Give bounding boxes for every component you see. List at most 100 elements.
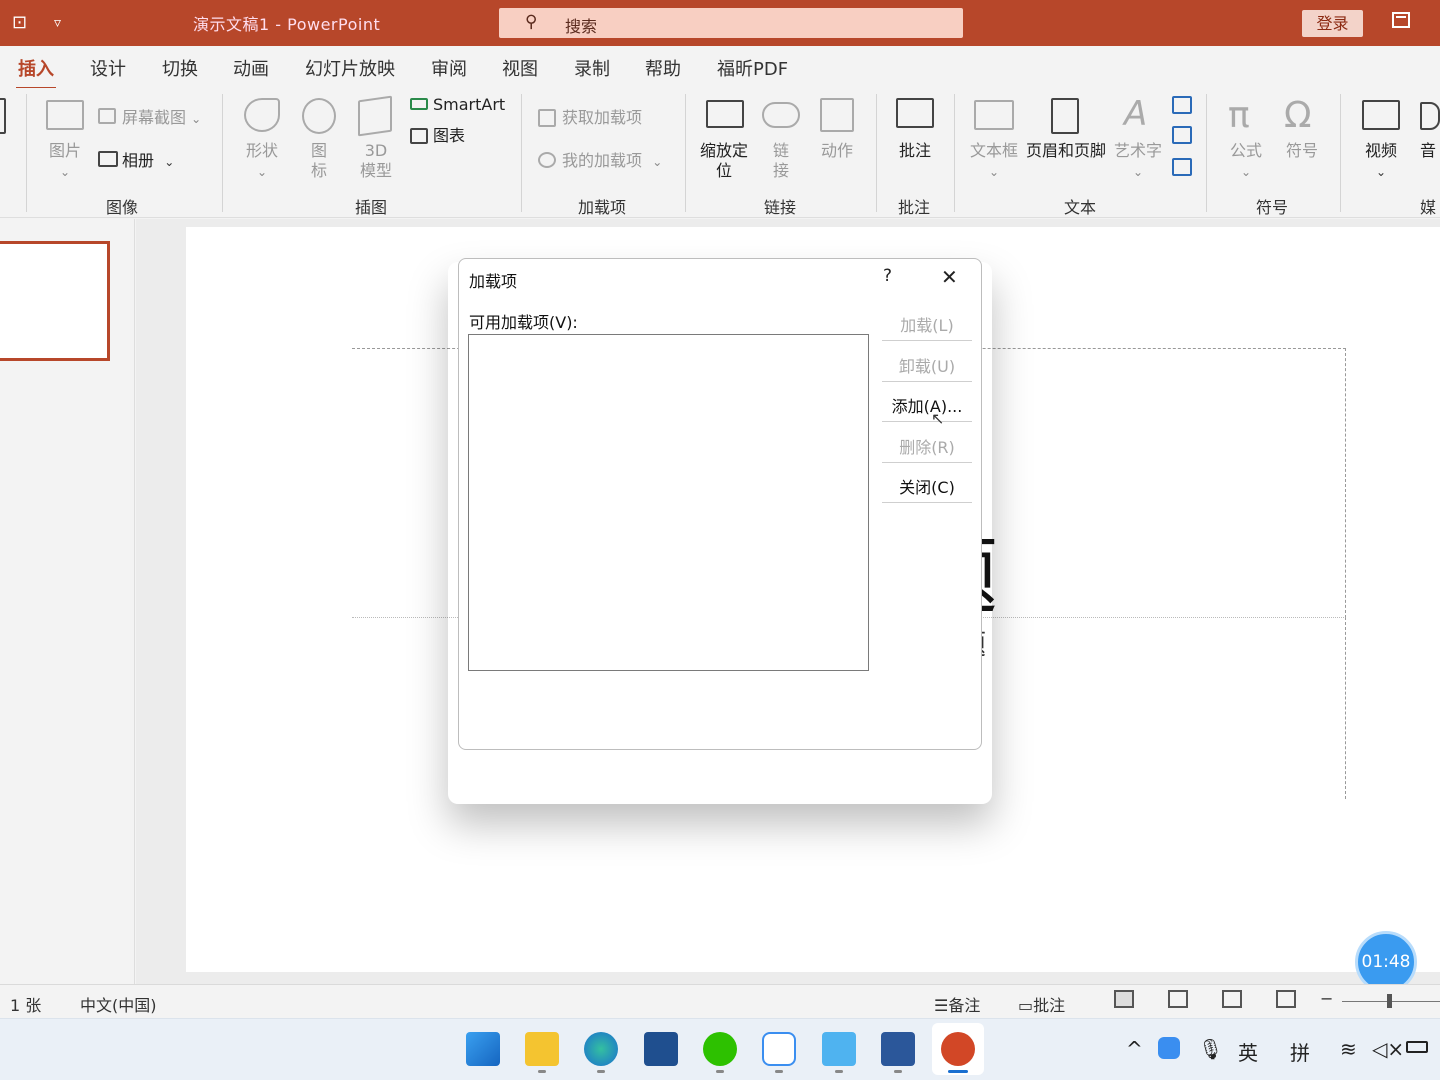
tray-app-icon[interactable] <box>1158 1037 1180 1059</box>
smartart-button[interactable]: SmartArt <box>433 95 505 115</box>
close-icon[interactable]: ✕ <box>941 265 958 289</box>
tab-transitions[interactable]: 切换 <box>162 55 198 81</box>
add-button[interactable]: 添加(A)... <box>882 392 972 422</box>
input-language-english[interactable]: 英 <box>1238 1037 1258 1066</box>
group-image-label: 图像 <box>106 198 139 217</box>
zoom-slider-thumb[interactable] <box>1387 994 1392 1008</box>
addins-dialog: 加载项 ? ✕ 可用加载项(V): 加载(L) 卸载(U) 添加(A)... 删… <box>458 258 982 750</box>
edge-icon[interactable] <box>584 1032 618 1066</box>
new-slide-icon[interactable] <box>0 98 6 134</box>
3d-model-button[interactable]: 3D 模型 <box>354 141 398 181</box>
wordart-label: 艺术字 <box>1113 141 1162 160</box>
slide-title-text: 单击此处添加标题 <box>966 510 1186 631</box>
equation-label: 公式 <box>1229 141 1262 160</box>
wordart-icon: A <box>1124 94 1148 134</box>
audio-button[interactable]: 音 <box>1420 141 1440 161</box>
slide-number-icon[interactable] <box>1172 126 1192 144</box>
battery-icon[interactable] <box>1406 1041 1428 1053</box>
load-button[interactable]: 加载(L) <box>882 311 972 341</box>
symbol-button[interactable]: 符号 <box>1282 141 1322 161</box>
textbox-button[interactable]: 文本框 ⌄ <box>968 141 1020 182</box>
header-footer-button[interactable]: 页眉和页脚 <box>1024 141 1108 161</box>
wechat-icon[interactable] <box>703 1032 737 1066</box>
word-icon[interactable] <box>881 1032 915 1066</box>
video-icon <box>1362 100 1400 130</box>
video-button[interactable]: 视频 ⌄ <box>1360 141 1402 182</box>
icons-button[interactable]: 图 标 <box>300 141 338 181</box>
reading-view-icon[interactable] <box>1222 990 1242 1008</box>
link-button[interactable]: 链 接 <box>768 141 794 181</box>
search-box[interactable]: ⚲ 搜索 <box>499 8 963 38</box>
powerpoint-icon[interactable] <box>941 1032 975 1066</box>
picture-icon <box>46 100 84 130</box>
date-time-icon[interactable] <box>1172 96 1192 114</box>
tab-help[interactable]: 帮助 <box>645 55 681 81</box>
language-indicator[interactable]: 中文(中国) <box>80 992 157 1016</box>
wordart-button[interactable]: 艺术字 ⌄ <box>1112 141 1164 182</box>
ribbon-display-options-icon[interactable] <box>1392 12 1410 28</box>
login-button[interactable]: 登录 <box>1302 10 1363 37</box>
tab-design[interactable]: 设计 <box>90 55 126 81</box>
chart-icon <box>410 128 428 144</box>
chart-button[interactable]: 图表 <box>433 126 465 146</box>
zoom-out-icon[interactable]: − <box>1320 989 1333 1008</box>
document-title: 演示文稿1 - PowerPoint <box>193 15 381 34</box>
wifi-icon[interactable]: ≋ <box>1340 1037 1357 1061</box>
quick-access-dropdown-icon[interactable]: ▿ <box>54 15 61 31</box>
slideshow-view-icon[interactable] <box>1276 990 1296 1008</box>
equation-button[interactable]: 公式 ⌄ <box>1226 141 1266 182</box>
zoom-button[interactable]: 缩放定 位 <box>696 141 752 181</box>
tab-slideshow[interactable]: 幻灯片放映 <box>305 55 395 81</box>
smartart-icon <box>410 98 428 110</box>
mouse-cursor-icon: ↖ <box>931 409 945 428</box>
remove-button[interactable]: 删除(R) <box>882 433 972 463</box>
screenshot-label: 屏幕截图 <box>122 108 187 127</box>
volume-muted-icon[interactable]: ◁× <box>1372 1037 1404 1061</box>
object-icon[interactable] <box>1172 158 1192 176</box>
unload-button[interactable]: 卸载(U) <box>882 352 972 382</box>
video-label: 视频 <box>1364 141 1397 160</box>
shapes-button[interactable]: 形状 ⌄ <box>240 141 284 182</box>
available-addins-list[interactable] <box>468 334 869 671</box>
notes-button[interactable]: ☰备注 <box>934 992 980 1016</box>
equation-icon: π <box>1228 95 1250 136</box>
shapes-label: 形状 <box>245 141 278 160</box>
notepad-icon[interactable] <box>822 1032 856 1066</box>
group-text-label: 文本 <box>1064 198 1097 217</box>
action-button[interactable]: 动作 <box>816 141 858 161</box>
get-addins-icon <box>538 109 556 127</box>
input-method-pinyin[interactable]: 拼 <box>1290 1037 1310 1066</box>
group-media-label: 媒 <box>1420 198 1437 217</box>
file-explorer-icon[interactable] <box>525 1032 559 1066</box>
show-hidden-icons-icon[interactable]: ^ <box>1126 1037 1143 1061</box>
screenshot-icon <box>98 108 116 124</box>
get-addins-button[interactable]: 获取加载项 <box>562 108 642 128</box>
tab-review[interactable]: 审阅 <box>431 55 467 81</box>
album-label: 相册 <box>122 151 155 170</box>
slide-thumbnail-1[interactable] <box>0 241 110 361</box>
baidu-netdisk-icon[interactable] <box>762 1032 796 1066</box>
slide-sorter-view-icon[interactable] <box>1168 990 1188 1008</box>
my-addins-button[interactable]: 我的加载项 ⌄ <box>562 151 662 172</box>
screenshot-button[interactable]: 屏幕截图 ⌄ <box>122 108 201 129</box>
start-icon[interactable] <box>466 1032 500 1066</box>
close-button[interactable]: 关闭(C) <box>882 473 972 503</box>
picture-button[interactable]: 图片 ⌄ <box>44 141 86 182</box>
tab-animations[interactable]: 动画 <box>233 55 269 81</box>
tab-record[interactable]: 录制 <box>574 55 610 81</box>
notes-label: 备注 <box>948 996 981 1015</box>
available-addins-label: 可用加载项(V): <box>469 313 578 332</box>
tab-foxit-pdf[interactable]: 福昕PDF <box>717 55 788 81</box>
normal-view-icon[interactable] <box>1114 990 1134 1008</box>
zoom-icon <box>706 100 744 128</box>
comments-button[interactable]: ▭批注 <box>1018 992 1065 1016</box>
presentation-icon[interactable]: ⊡ <box>12 12 27 33</box>
tab-insert[interactable]: 插入 <box>16 55 56 90</box>
notes-icon: ☰ <box>934 996 949 1015</box>
album-button[interactable]: 相册 ⌄ <box>122 151 174 172</box>
comment-button[interactable]: 批注 <box>894 141 936 161</box>
microsoft-store-icon[interactable] <box>644 1032 678 1066</box>
help-icon[interactable]: ? <box>883 266 892 286</box>
microphone-icon[interactable]: 🎙 <box>1198 1037 1223 1061</box>
tab-view[interactable]: 视图 <box>502 55 538 81</box>
